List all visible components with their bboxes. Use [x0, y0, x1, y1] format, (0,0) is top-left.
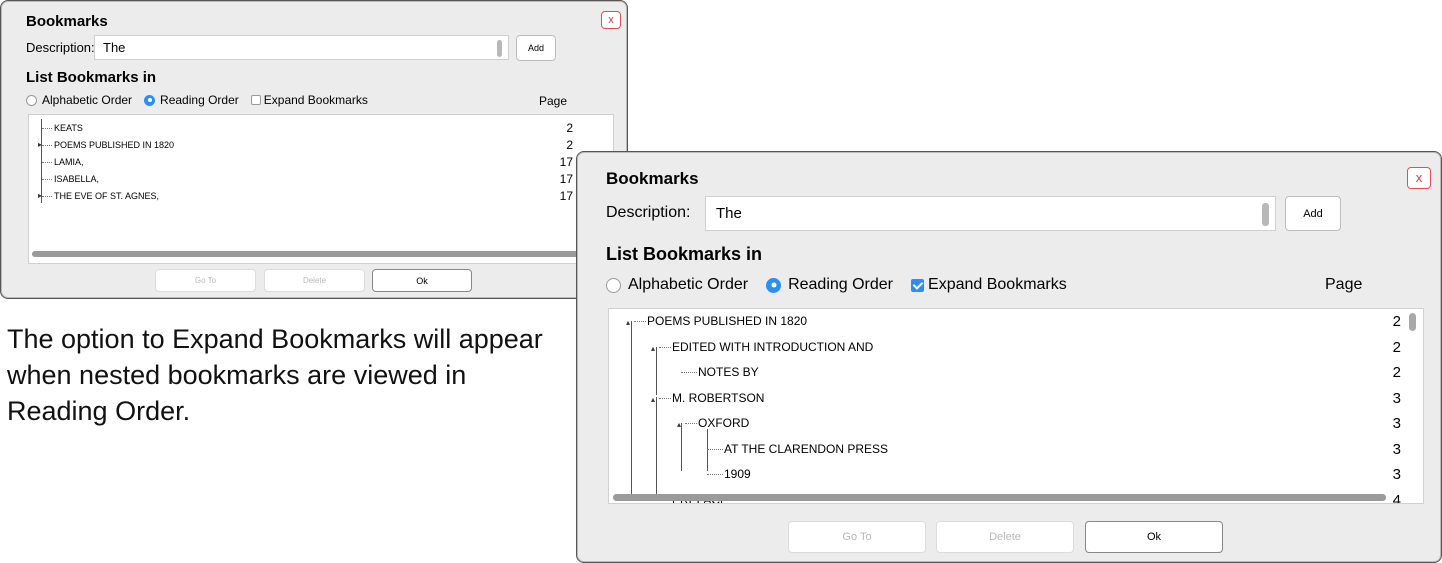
list-item[interactable]: ▴ OXFORD 3: [609, 411, 1423, 437]
list-item[interactable]: ISABELLA, 17: [29, 172, 613, 186]
order-options: Alphabetic Order Reading Order Expand Bo…: [26, 93, 368, 107]
tree-connector: [42, 179, 52, 180]
dialog-title: Bookmarks: [606, 169, 699, 188]
description-input[interactable]: The: [705, 196, 1276, 231]
order-options: Alphabetic Order Reading Order Expand Bo…: [606, 276, 1067, 294]
horizontal-scrollbar[interactable]: [613, 494, 1386, 501]
horizontal-scrollbar[interactable]: [32, 251, 610, 257]
dialog-title: Bookmarks: [26, 13, 108, 30]
page-column-header: Page: [1325, 276, 1363, 293]
bookmarks-dialog-expanded: Bookmarks x Description: The Add List Bo…: [576, 151, 1442, 563]
close-button[interactable]: x: [1407, 167, 1431, 189]
tree-connector: [42, 196, 52, 197]
delete-button[interactable]: Delete: [936, 521, 1074, 553]
alphabetic-order-label: Alphabetic Order: [42, 93, 133, 107]
list-item[interactable]: LAMIA, 17: [29, 155, 613, 169]
add-button[interactable]: Add: [1285, 196, 1341, 231]
expand-bookmarks-label: Expand Bookmarks: [928, 276, 1067, 293]
expand-arrow-icon[interactable]: ▴: [626, 310, 630, 336]
alphabetic-order-radio[interactable]: [606, 277, 621, 293]
tree-connector: [707, 474, 723, 475]
close-button[interactable]: x: [601, 11, 621, 29]
list-item[interactable]: NOTES BY 2: [609, 360, 1423, 386]
description-label: Description:: [26, 40, 95, 55]
list-item[interactable]: AT THE CLARENDON PRESS 3: [609, 437, 1423, 463]
alphabetic-order-label: Alphabetic Order: [628, 276, 749, 293]
list-item[interactable]: ▸ THE EVE OF ST. AGNES, 17: [29, 189, 613, 203]
vertical-scrollbar-thumb[interactable]: [1409, 313, 1416, 331]
description-value: The: [103, 40, 126, 55]
input-scroll-thumb[interactable]: [1262, 203, 1269, 226]
expand-arrow-icon[interactable]: ▴: [651, 336, 655, 362]
ok-button[interactable]: Ok: [372, 269, 472, 292]
expand-bookmarks-label: Expand Bookmarks: [263, 93, 368, 107]
tree-connector: [659, 397, 671, 399]
reading-order-radio[interactable]: [144, 94, 156, 106]
tree-connector: [42, 145, 52, 146]
reading-order-label: Reading Order: [160, 93, 239, 107]
tree-connector: [634, 321, 646, 322]
bookmark-list[interactable]: ▴ POEMS PUBLISHED IN 1820 2 ▴ EDITED WIT…: [608, 308, 1424, 504]
expand-arrow-icon[interactable]: ▴: [651, 387, 655, 413]
delete-button[interactable]: Delete: [264, 269, 365, 292]
scrollbar-thumb[interactable]: [32, 251, 602, 257]
tree-connector: [685, 423, 697, 424]
description-value: The: [716, 205, 742, 222]
bookmarks-dialog-collapsed: Bookmarks x Description: The Add List Bo…: [0, 0, 628, 299]
expand-bookmarks-checkbox[interactable]: [250, 95, 261, 105]
list-bookmarks-heading: List Bookmarks in: [606, 244, 763, 264]
page-column-header: Page: [539, 94, 568, 108]
list-item[interactable]: 1909 3: [609, 462, 1423, 488]
description-label: Description:: [606, 204, 691, 221]
bookmark-list[interactable]: KEATS 2 ▸ POEMS PUBLISHED IN 1820 2 LAMI…: [28, 114, 614, 264]
description-input[interactable]: The: [94, 35, 509, 60]
list-item[interactable]: ▴ EDITED WITH INTRODUCTION AND 2: [609, 335, 1423, 361]
list-item[interactable]: ▴ POEMS PUBLISHED IN 1820 2: [609, 309, 1423, 335]
expand-bookmarks-checkbox[interactable]: [911, 278, 925, 292]
scrollbar-thumb[interactable]: [613, 494, 1386, 501]
caption-text: The option to Expand Bookmarks will appe…: [7, 324, 543, 426]
tree-connector: [42, 162, 52, 163]
list-bookmarks-heading: List Bookmarks in: [26, 69, 157, 86]
tree-connector: [42, 128, 52, 129]
reading-order-radio[interactable]: [766, 277, 782, 293]
ok-button[interactable]: Ok: [1085, 521, 1223, 553]
tree-connector: [659, 346, 671, 348]
expand-arrow-icon[interactable]: ▴: [677, 412, 681, 438]
tree-connector: [681, 372, 697, 373]
list-item[interactable]: ▴ M. ROBERTSON 3: [609, 386, 1423, 412]
goto-button[interactable]: Go To: [788, 521, 926, 553]
list-item[interactable]: ▸ POEMS PUBLISHED IN 1820 2: [29, 138, 613, 152]
alphabetic-order-radio[interactable]: [26, 94, 37, 106]
reading-order-label: Reading Order: [788, 276, 894, 293]
add-button[interactable]: Add: [516, 35, 556, 61]
goto-button[interactable]: Go To: [155, 269, 256, 292]
list-item[interactable]: KEATS 2: [29, 121, 613, 135]
tree-connector: [707, 448, 723, 450]
input-scroll-thumb[interactable]: [497, 40, 502, 57]
